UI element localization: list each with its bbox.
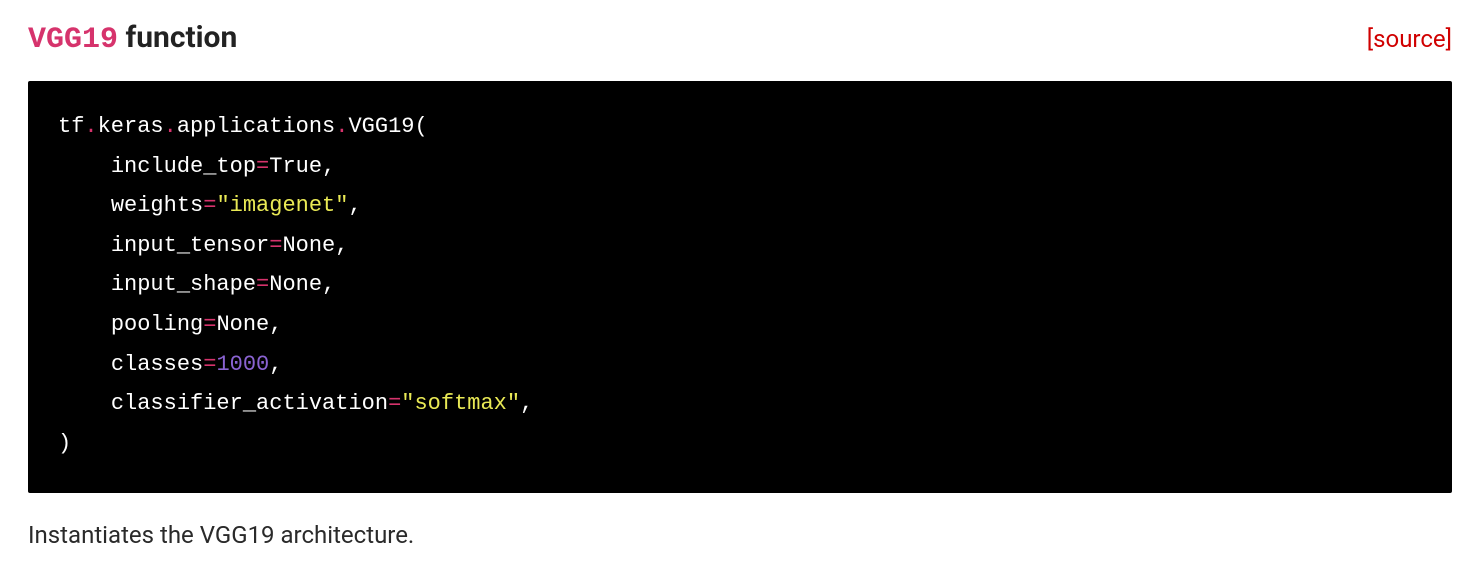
source-link[interactable]: [source] [1367, 25, 1452, 53]
function-heading: VGG19 function [28, 20, 237, 57]
code-content: tf.keras.applications.VGG19( include_top… [58, 114, 533, 456]
heading-suffix: function [118, 20, 237, 55]
code-block: tf.keras.applications.VGG19( include_top… [28, 81, 1452, 493]
description-text: Instantiates the VGG19 architecture. [28, 521, 1452, 549]
function-name: VGG19 [28, 23, 118, 57]
section-header: VGG19 function [source] [28, 20, 1452, 57]
